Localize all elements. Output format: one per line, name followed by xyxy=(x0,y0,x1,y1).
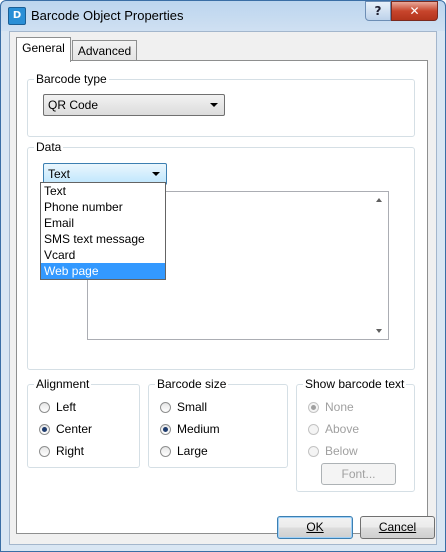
barcode-type-label: Barcode type xyxy=(34,72,109,86)
dropdown-option-text[interactable]: Text xyxy=(41,183,165,199)
ok-button[interactable]: OK xyxy=(277,516,353,539)
show-above-label[interactable]: Above xyxy=(325,422,359,436)
size-small-label[interactable]: Small xyxy=(177,400,207,414)
dropdown-option-web-page[interactable]: Web page xyxy=(41,263,165,279)
vertical-scrollbar[interactable] xyxy=(371,192,388,339)
tab-general[interactable]: General xyxy=(16,37,71,62)
show-above-radio[interactable] xyxy=(308,424,319,435)
show-text-group: Show barcode text None Above Below Font.… xyxy=(296,377,415,492)
scroll-down-icon[interactable] xyxy=(376,329,382,333)
ok-button-label: OK xyxy=(306,520,324,534)
size-large-label[interactable]: Large xyxy=(177,444,208,458)
alignment-label: Alignment xyxy=(34,377,92,391)
data-type-value: Text xyxy=(48,167,71,181)
close-button[interactable]: ✕ xyxy=(391,1,438,21)
barcode-type-value: QR Code xyxy=(48,98,99,112)
show-below-radio[interactable] xyxy=(308,446,319,457)
dropdown-option-vcard[interactable]: Vcard xyxy=(41,247,165,263)
alignment-center-radio[interactable] xyxy=(39,424,50,435)
alignment-center-label[interactable]: Center xyxy=(56,422,92,436)
show-none-label[interactable]: None xyxy=(325,400,354,414)
dialog-window: D Barcode Object Properties ? ✕ General … xyxy=(0,0,446,552)
alignment-right-label[interactable]: Right xyxy=(56,444,84,458)
app-icon: D xyxy=(8,7,26,25)
alignment-group: Alignment Left Center Right xyxy=(27,377,140,468)
cancel-button[interactable]: Cancel xyxy=(360,516,435,539)
cancel-button-label: Cancel xyxy=(378,520,417,534)
alignment-right-radio[interactable] xyxy=(39,446,50,457)
alignment-left-radio[interactable] xyxy=(39,402,50,413)
scroll-up-icon[interactable] xyxy=(376,198,382,202)
data-label: Data xyxy=(34,140,64,154)
size-medium-radio[interactable] xyxy=(160,424,171,435)
title-bar[interactable]: D Barcode Object Properties ? ✕ xyxy=(1,1,445,31)
window-title: Barcode Object Properties xyxy=(31,8,184,23)
font-button[interactable]: Font... xyxy=(321,463,396,485)
chevron-down-icon xyxy=(210,103,218,107)
data-type-dropdown-list: Text Phone number Email SMS text message… xyxy=(40,182,166,280)
chevron-down-icon xyxy=(152,172,160,176)
size-large-radio[interactable] xyxy=(160,446,171,457)
dropdown-option-email[interactable]: Email xyxy=(41,215,165,231)
barcode-size-label: Barcode size xyxy=(155,377,229,391)
barcode-type-select[interactable]: QR Code xyxy=(43,94,225,116)
dropdown-option-sms[interactable]: SMS text message xyxy=(41,231,165,247)
show-below-label[interactable]: Below xyxy=(325,444,358,458)
barcode-type-group: Barcode type QR Code xyxy=(27,72,415,137)
dialog-client: General Advanced Barcode type QR Code Da… xyxy=(9,31,437,545)
tab-advanced[interactable]: Advanced xyxy=(72,40,137,62)
size-medium-label[interactable]: Medium xyxy=(177,422,220,436)
barcode-size-group: Barcode size Small Medium Large xyxy=(148,377,288,468)
size-small-radio[interactable] xyxy=(160,402,171,413)
show-none-radio[interactable] xyxy=(308,402,319,413)
help-button[interactable]: ? xyxy=(365,1,391,21)
alignment-left-label[interactable]: Left xyxy=(56,400,76,414)
show-text-label: Show barcode text xyxy=(303,377,407,391)
dropdown-option-phone[interactable]: Phone number xyxy=(41,199,165,215)
general-tab-panel: Barcode type QR Code Data Text Alignment… xyxy=(16,60,428,534)
